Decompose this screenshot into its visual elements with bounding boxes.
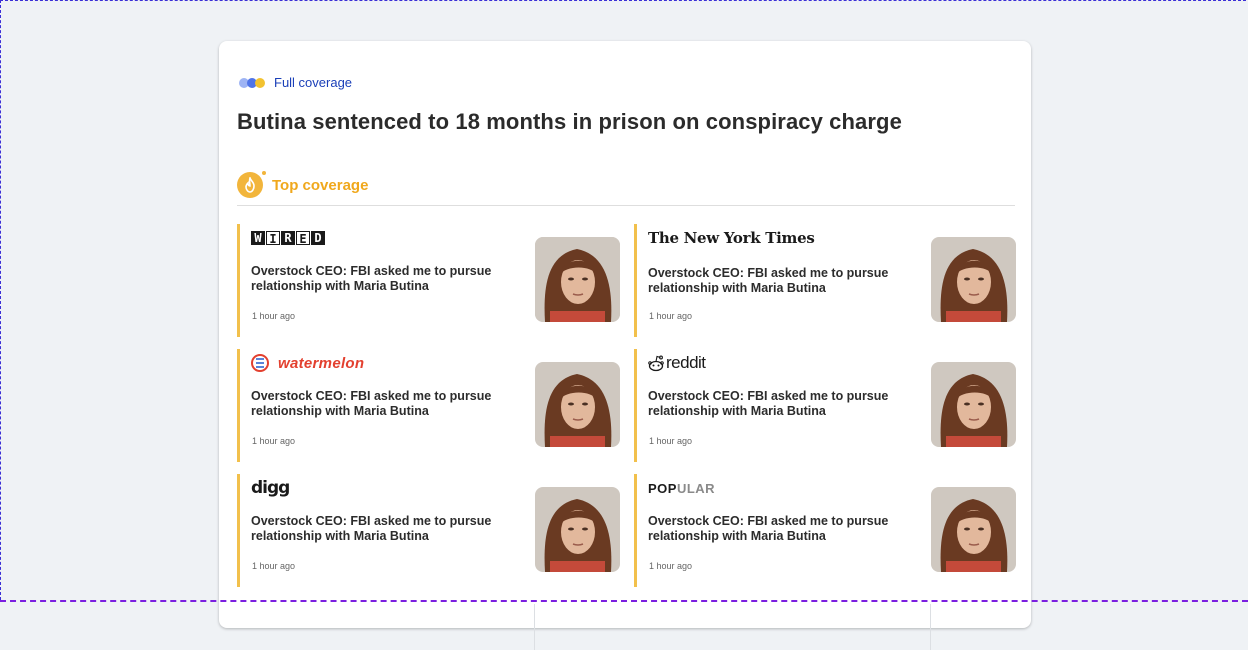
story-card[interactable]: reddit Overstock CEO: FBI asked me to pu… <box>634 349 1017 462</box>
story-headline[interactable]: Butina sentenced to 18 months in prison … <box>237 109 902 135</box>
story-thumbnail[interactable] <box>931 487 1016 572</box>
story-title[interactable]: Overstock CEO: FBI asked me to pursue re… <box>251 389 511 419</box>
frame-guide-top <box>0 0 1246 1</box>
reddit-logo-text: reddit <box>666 353 706 372</box>
portrait-photo-icon <box>535 487 620 572</box>
wired-letter: D <box>311 231 325 245</box>
story-card[interactable]: The New York Times Overstock CEO: FBI as… <box>634 224 1017 337</box>
source-logo-wired[interactable]: W I R E D <box>251 228 325 248</box>
portrait-photo-icon <box>931 362 1016 447</box>
full-coverage-card: Full coverage Butina sentenced to 18 mon… <box>219 41 1031 628</box>
portrait-photo-icon <box>535 237 620 322</box>
popular-logo-dark: POP <box>648 480 677 496</box>
story-card[interactable]: watermelon Overstock CEO: FBI asked me t… <box>237 349 634 462</box>
nyt-logo-text: The New York Times <box>648 229 815 247</box>
story-title[interactable]: Overstock CEO: FBI asked me to pursue re… <box>251 514 511 544</box>
source-logo-digg[interactable]: digg <box>251 478 290 498</box>
top-coverage-header: Top coverage <box>237 171 369 198</box>
full-coverage-dots-icon <box>239 77 265 89</box>
story-time: 1 hour ago <box>252 311 296 321</box>
story-thumbnail[interactable] <box>535 487 620 572</box>
story-time: 1 hour ago <box>252 436 296 446</box>
wired-letter: E <box>296 231 310 246</box>
full-coverage-row[interactable]: Full coverage <box>239 75 352 90</box>
story-time: 1 hour ago <box>649 311 693 321</box>
portrait-photo-icon <box>535 362 620 447</box>
story-title[interactable]: Overstock CEO: FBI asked me to pursue re… <box>648 266 908 296</box>
source-logo-nyt[interactable]: The New York Times <box>648 228 815 248</box>
story-title[interactable]: Overstock CEO: FBI asked me to pursue re… <box>648 514 908 544</box>
story-title[interactable]: Overstock CEO: FBI asked me to pursue re… <box>251 264 511 294</box>
watermelon-logo-text: watermelon <box>278 354 365 372</box>
story-time: 1 hour ago <box>649 436 693 446</box>
popular-logo-light: ULAR <box>676 480 716 496</box>
top-coverage-title: Top coverage <box>272 176 369 194</box>
story-time: 1 hour ago <box>649 561 693 571</box>
wired-letter: W <box>251 231 265 245</box>
frame-guide-bottom <box>0 600 1248 602</box>
frame-guide-left <box>0 0 1 600</box>
story-card[interactable]: W I R E D Overstock CEO: FBI asked me to… <box>237 224 634 337</box>
story-time: 1 hour ago <box>252 561 296 571</box>
section-divider <box>237 205 1015 206</box>
wired-letter: I <box>266 231 280 246</box>
column-guide-line <box>534 604 535 650</box>
watermelon-icon <box>251 354 269 372</box>
portrait-photo-icon <box>931 487 1016 572</box>
source-logo-reddit[interactable]: reddit <box>648 353 706 373</box>
popular-logo-text: POPULAR <box>648 481 715 496</box>
story-title[interactable]: Overstock CEO: FBI asked me to pursue re… <box>648 389 908 419</box>
story-thumbnail[interactable] <box>535 362 620 447</box>
story-thumbnail[interactable] <box>535 237 620 322</box>
source-logo-popular[interactable]: POPULAR <box>648 478 715 498</box>
story-card[interactable]: digg Overstock CEO: FBI asked me to purs… <box>237 474 634 587</box>
wired-letter: R <box>281 231 295 245</box>
reddit-alien-icon <box>648 355 664 372</box>
source-logo-watermelon[interactable]: watermelon <box>251 353 364 373</box>
story-card[interactable]: POPULAR Overstock CEO: FBI asked me to p… <box>634 474 1017 587</box>
full-coverage-link[interactable]: Full coverage <box>274 75 352 90</box>
column-guide-line <box>930 604 931 650</box>
story-grid: W I R E D Overstock CEO: FBI asked me to… <box>237 224 1017 599</box>
story-thumbnail[interactable] <box>931 237 1016 322</box>
portrait-photo-icon <box>931 237 1016 322</box>
digg-logo-text: digg <box>251 478 290 498</box>
story-thumbnail[interactable] <box>931 362 1016 447</box>
fire-icon <box>237 171 266 198</box>
